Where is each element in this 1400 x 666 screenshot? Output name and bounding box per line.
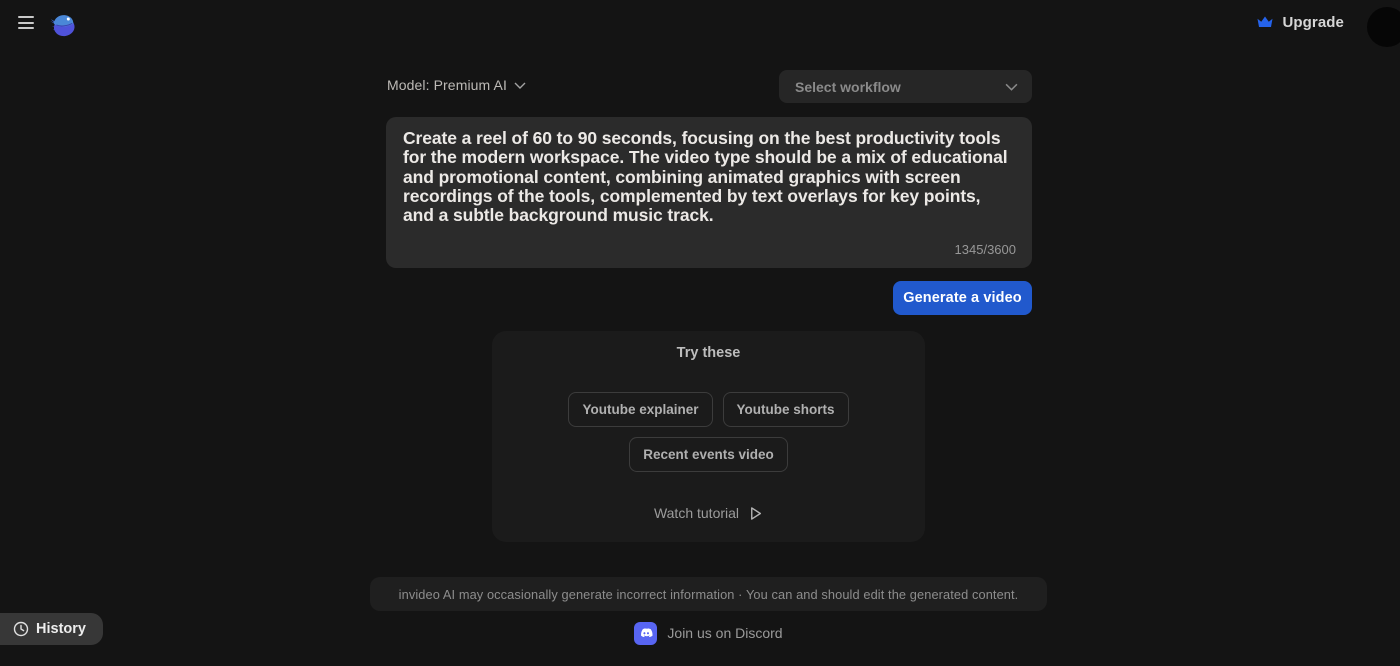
watch-tutorial-label: Watch tutorial: [654, 505, 739, 521]
chevron-down-icon: [514, 82, 526, 89]
clock-icon: [13, 621, 29, 637]
chevron-down-icon: [1005, 83, 1018, 91]
discord-label: Join us on Discord: [667, 625, 782, 641]
join-discord-link[interactable]: Join us on Discord: [370, 619, 1047, 647]
prompt-text[interactable]: Create a reel of 60 to 90 seconds, focus…: [403, 129, 1015, 225]
play-icon: [748, 506, 763, 521]
watch-tutorial-button[interactable]: Watch tutorial: [492, 505, 925, 521]
suggestion-recent-events-video[interactable]: Recent events video: [629, 437, 788, 472]
generate-video-button[interactable]: Generate a video: [893, 281, 1032, 315]
workflow-placeholder: Select workflow: [795, 79, 901, 95]
suggestions-title: Try these: [492, 345, 925, 361]
prompt-textarea[interactable]: Create a reel of 60 to 90 seconds, focus…: [386, 117, 1032, 268]
workflow-select[interactable]: Select workflow: [779, 70, 1032, 103]
crown-icon: [1256, 15, 1274, 30]
menu-icon[interactable]: [18, 16, 34, 29]
character-count: 1345/3600: [955, 242, 1016, 257]
model-selector[interactable]: Model: Premium AI: [387, 77, 526, 93]
suggestion-youtube-shorts[interactable]: Youtube shorts: [723, 392, 849, 427]
invideo-logo-icon[interactable]: [48, 10, 78, 40]
disclaimer-bar: invideo AI may occasionally generate inc…: [370, 577, 1047, 611]
disclaimer-text: invideo AI may occasionally generate inc…: [399, 587, 1019, 602]
upgrade-button[interactable]: Upgrade: [1256, 14, 1344, 31]
suggestions-panel: Try these Youtube explainer Youtube shor…: [492, 331, 925, 542]
model-label: Model: Premium AI: [387, 77, 507, 93]
discord-icon: [634, 622, 657, 645]
history-label: History: [36, 621, 86, 637]
history-button[interactable]: History: [0, 613, 103, 645]
suggestion-youtube-explainer[interactable]: Youtube explainer: [568, 392, 712, 427]
upgrade-label: Upgrade: [1282, 14, 1344, 31]
user-avatar[interactable]: [1367, 7, 1400, 47]
